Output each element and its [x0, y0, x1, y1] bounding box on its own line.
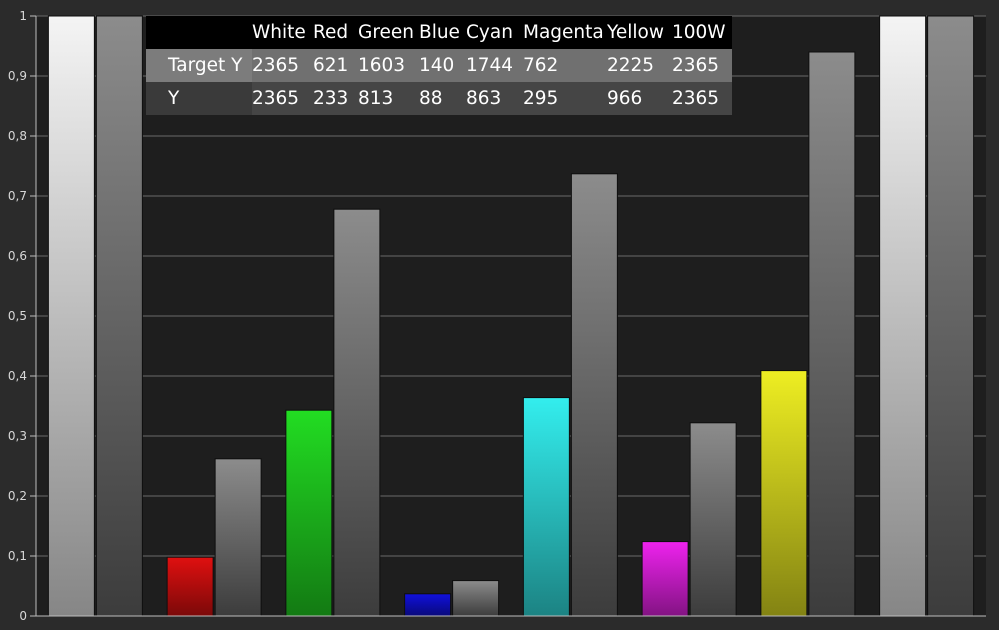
table-col-header: Yellow [607, 16, 672, 49]
bar-green-target [333, 208, 381, 617]
table-cell: 2365 [252, 49, 313, 82]
bar-100w-target [927, 15, 975, 617]
table-cell: 762 [523, 49, 607, 82]
table-cell: 863 [466, 82, 523, 115]
table-col-header: Blue [419, 16, 466, 49]
table-col-header: Green [358, 16, 419, 49]
bar-cyan-target [570, 173, 618, 617]
bar-magenta-measured [641, 541, 689, 617]
table-cell: 813 [358, 82, 419, 115]
bar-red-target [214, 458, 262, 617]
bar-cyan-measured [522, 397, 570, 617]
y-tick-label: 0 [19, 609, 27, 623]
table-cell: 2365 [672, 82, 732, 115]
table-cell: 966 [607, 82, 672, 115]
y-tick-label: 0,1 [8, 549, 27, 563]
luminance-table: White Red Green Blue Cyan Magenta Yellow 100W T… [146, 16, 732, 115]
table-cell: 1603 [358, 49, 419, 82]
table-cell: 233 [313, 82, 358, 115]
bar-white-target [95, 15, 143, 617]
y-tick-label: 0,3 [8, 429, 27, 443]
table-cell: 295 [523, 82, 607, 115]
bar-green-measured [285, 409, 333, 617]
y-tick-label: 0,9 [8, 69, 27, 83]
table-cell: 621 [313, 49, 358, 82]
table-col-header: Magenta [523, 16, 607, 49]
y-tick-label: 0,5 [8, 309, 27, 323]
table-row: Target Y 2365 621 1603 140 1744 762 2225 2365 [146, 49, 732, 82]
table-col-header: Red [313, 16, 358, 49]
y-tick-label: 0,2 [8, 489, 27, 503]
table-cell: 88 [419, 82, 466, 115]
table-body: Target Y 2365 621 1603 140 1744 762 2225 2365 Y 23… [146, 49, 732, 115]
bar-yellow-target [808, 51, 856, 617]
bar-yellow-measured [760, 370, 808, 617]
table-cell: 2365 [252, 82, 313, 115]
table-row-label: Target Y [146, 49, 252, 82]
y-tick-label: 0,7 [8, 189, 27, 203]
table-cell: 2365 [672, 49, 732, 82]
y-tick-label: 0,6 [8, 249, 27, 263]
table-col-header: Cyan [466, 16, 523, 49]
y-tick-label: 0,4 [8, 369, 27, 383]
bar-magenta-target [689, 422, 737, 617]
bar-red-measured [166, 556, 214, 617]
table-cell: 140 [419, 49, 466, 82]
table-row: Y 2365 233 813 88 863 295 966 2365 [146, 82, 732, 115]
table-corner [146, 16, 252, 49]
table-cell: 2225 [607, 49, 672, 82]
bar-100w-measured [879, 15, 927, 617]
table-col-header: 100W [672, 16, 732, 49]
bar-blue-measured [404, 593, 452, 617]
table-header-row: White Red Green Blue Cyan Magenta Yellow 100W [146, 16, 732, 49]
table-cell: 1744 [466, 49, 523, 82]
bar-blue-target [452, 580, 500, 617]
table-col-header: White [252, 16, 313, 49]
bar-white-measured [47, 15, 95, 617]
y-tick-label: 0,8 [8, 129, 27, 143]
y-tick-label: 1 [19, 9, 27, 23]
table-row-label: Y [146, 82, 252, 115]
